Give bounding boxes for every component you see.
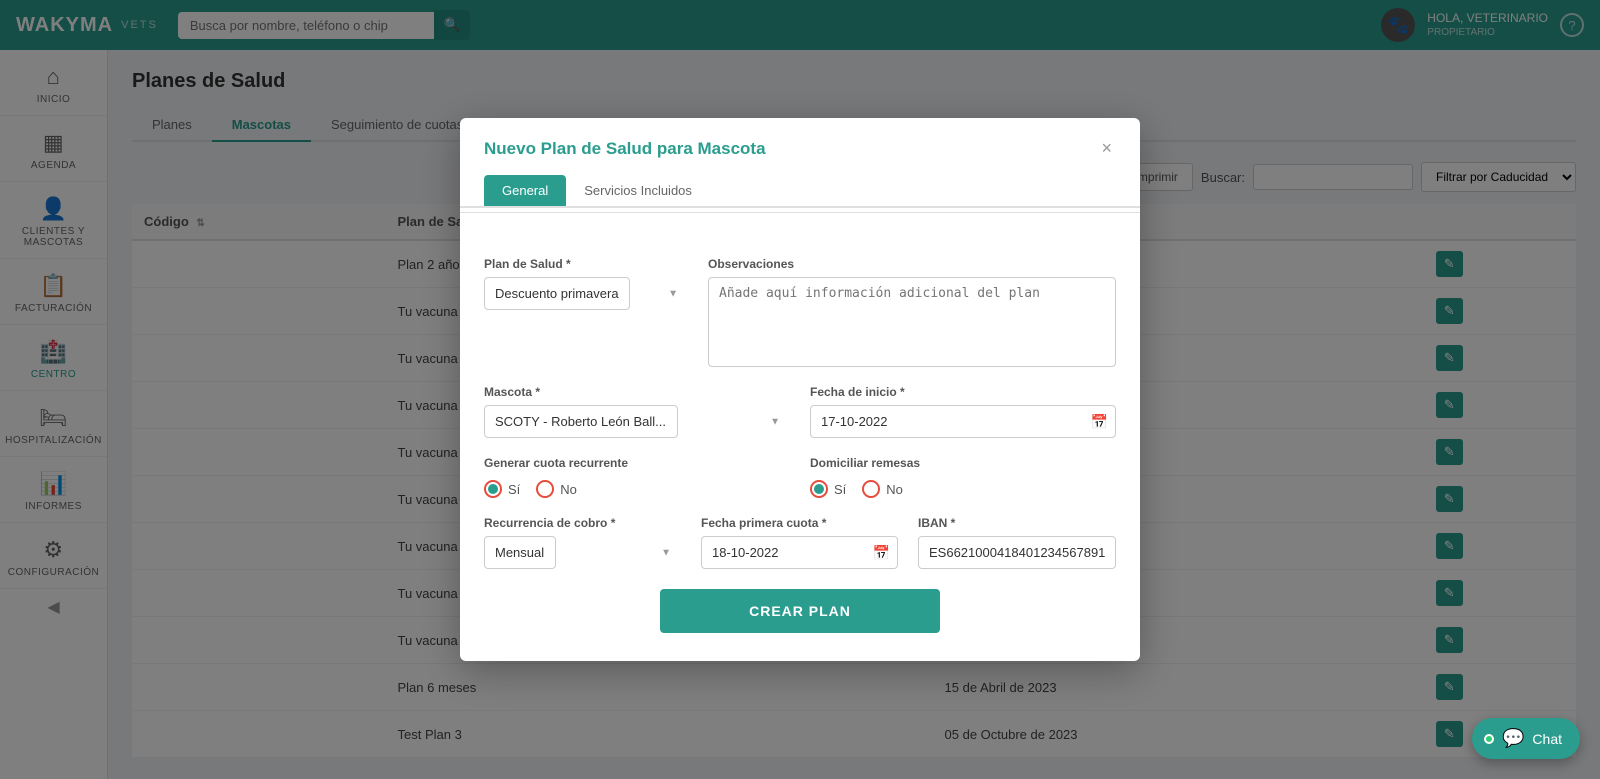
form-group-iban: IBAN * xyxy=(918,516,1116,569)
iban-input[interactable] xyxy=(918,536,1116,569)
fecha-inicio-wrapper: 📅 xyxy=(810,405,1116,438)
modal-divider xyxy=(460,212,1140,213)
generar-si-label: Sí xyxy=(508,482,520,497)
fecha-inicio-input[interactable] xyxy=(810,405,1116,438)
chat-bubble-icon: 💬 xyxy=(1502,728,1524,749)
modal-tab-general[interactable]: General xyxy=(484,175,566,206)
mascota-label: Mascota * xyxy=(484,385,790,399)
modal-close-button[interactable]: × xyxy=(1097,138,1116,159)
modal-title: Nuevo Plan de Salud para Mascota xyxy=(484,139,766,159)
form-group-domiciliar: Domiciliar remesas Sí No xyxy=(810,456,1116,498)
chat-status-dot xyxy=(1484,734,1494,744)
domiciliar-si-label: Sí xyxy=(834,482,846,497)
form-row-4: Recurrencia de cobro * Mensual Fecha pri… xyxy=(484,516,1116,569)
modal-tab-servicios[interactable]: Servicios Incluidos xyxy=(566,175,710,206)
form-row-1: Plan de Salud * Descuento primavera Obse… xyxy=(484,257,1116,367)
fecha-cuota-input[interactable] xyxy=(701,536,898,569)
form-group-recurrencia: Recurrencia de cobro * Mensual xyxy=(484,516,681,569)
form-group-fecha-inicio: Fecha de inicio * 📅 xyxy=(810,385,1116,438)
domiciliar-no-label: No xyxy=(886,482,903,497)
domiciliar-no-radio-icon xyxy=(862,480,880,498)
observaciones-textarea[interactable] xyxy=(708,277,1116,367)
form-row-3: Generar cuota recurrente Sí No Domicilia xyxy=(484,456,1116,498)
modal-overlay[interactable]: Nuevo Plan de Salud para Mascota × Gener… xyxy=(0,0,1600,779)
fecha-inicio-label: Fecha de inicio * xyxy=(810,385,1116,399)
fecha-cuota-wrapper: 📅 xyxy=(701,536,898,569)
generar-no-label: No xyxy=(560,482,577,497)
generar-no-radio[interactable]: No xyxy=(536,480,577,498)
recurrencia-select-wrapper: Mensual xyxy=(484,536,681,569)
mascota-select-wrapper: SCOTY - Roberto León Ball... xyxy=(484,405,790,438)
modal-body: Plan de Salud * Descuento primavera Obse… xyxy=(460,233,1140,661)
modal-header: Nuevo Plan de Salud para Mascota × xyxy=(460,118,1140,159)
iban-label: IBAN * xyxy=(918,516,1116,530)
plan-select[interactable]: Descuento primavera xyxy=(484,277,630,310)
form-group-observaciones: Observaciones xyxy=(708,257,1116,367)
modal: Nuevo Plan de Salud para Mascota × Gener… xyxy=(460,118,1140,661)
domiciliar-label: Domiciliar remesas xyxy=(810,456,1116,470)
generar-label: Generar cuota recurrente xyxy=(484,456,790,470)
form-group-plan: Plan de Salud * Descuento primavera xyxy=(484,257,688,367)
domiciliar-si-radio[interactable]: Sí xyxy=(810,480,846,498)
generar-si-radio[interactable]: Sí xyxy=(484,480,520,498)
fecha-cuota-label: Fecha primera cuota * xyxy=(701,516,898,530)
chat-button[interactable]: 💬 Chat xyxy=(1472,718,1580,759)
generar-no-radio-icon xyxy=(536,480,554,498)
generar-radio-group: Sí No xyxy=(484,476,790,498)
recurrencia-select[interactable]: Mensual xyxy=(484,536,556,569)
domiciliar-si-radio-icon xyxy=(810,480,828,498)
form-group-mascota: Mascota * SCOTY - Roberto León Ball... xyxy=(484,385,790,438)
recurrencia-label: Recurrencia de cobro * xyxy=(484,516,681,530)
form-row-2: Mascota * SCOTY - Roberto León Ball... F… xyxy=(484,385,1116,438)
create-plan-button[interactable]: CREAR PLAN xyxy=(660,589,940,633)
chat-label: Chat xyxy=(1532,731,1562,747)
generar-si-radio-icon xyxy=(484,480,502,498)
form-group-generar: Generar cuota recurrente Sí No xyxy=(484,456,790,498)
plan-select-wrapper: Descuento primavera xyxy=(484,277,688,310)
modal-tabs: General Servicios Incluidos xyxy=(460,159,1140,208)
form-group-fecha-cuota: Fecha primera cuota * 📅 xyxy=(701,516,898,569)
observaciones-label: Observaciones xyxy=(708,257,1116,271)
mascota-select[interactable]: SCOTY - Roberto León Ball... xyxy=(484,405,678,438)
domiciliar-no-radio[interactable]: No xyxy=(862,480,903,498)
domiciliar-radio-group: Sí No xyxy=(810,476,1116,498)
plan-label: Plan de Salud * xyxy=(484,257,688,271)
